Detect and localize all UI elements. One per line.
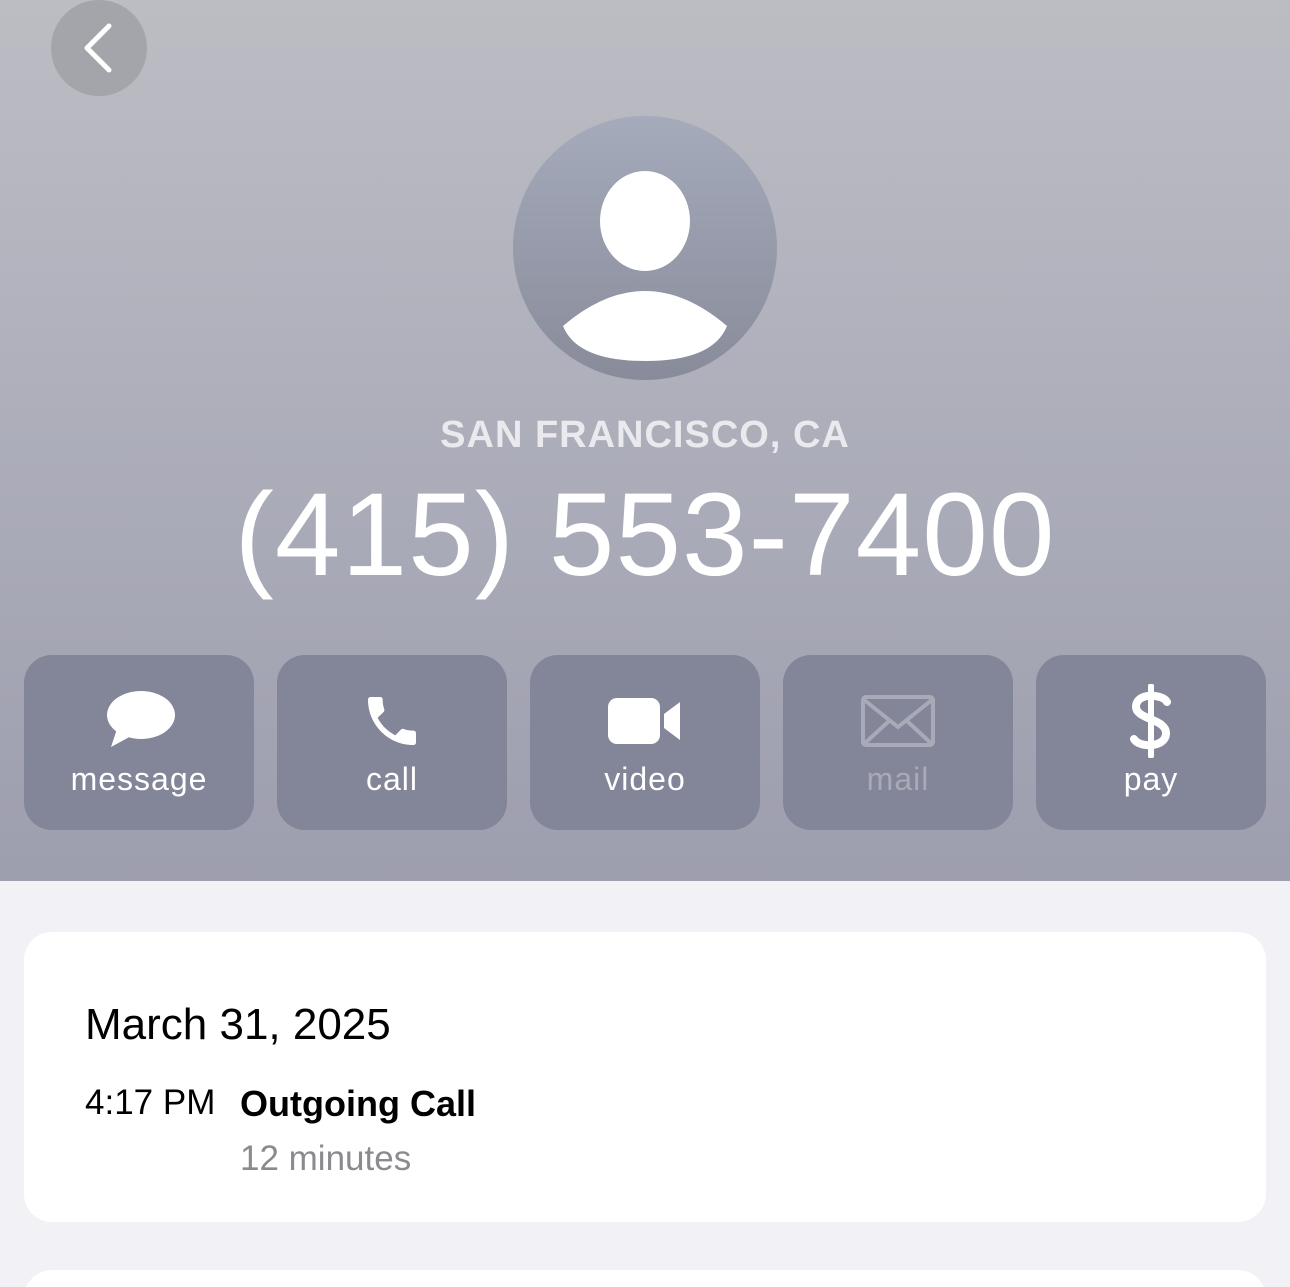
person-silhouette-icon [563,171,727,361]
message-bubble-icon [107,691,175,747]
call-duration: 12 minutes [240,1139,412,1178]
phone-icon [368,697,416,745]
contact-phone-number: (415) 553-7400 [234,469,1056,601]
chevron-left-icon [84,23,112,73]
contact-location: SAN FRANCISCO, CA [440,414,850,456]
call-date: March 31, 2025 [85,1000,391,1049]
contact-header: SAN FRANCISCO, CA (415) 553-7400 message [0,0,1290,881]
pay-button-label: pay [1123,761,1179,797]
next-section-card [24,1270,1266,1287]
envelope-icon [861,695,935,747]
video-button[interactable]: video [530,655,760,830]
message-button[interactable]: message [24,655,254,830]
call-time: 4:17 PM [85,1083,216,1122]
action-buttons: message call video mail pay [24,655,1266,830]
avatar [513,116,777,380]
video-camera-icon [608,698,680,744]
call-button[interactable]: call [277,655,507,830]
message-button-label: message [70,761,208,797]
back-button[interactable] [51,0,147,96]
contact-detail-screen: SAN FRANCISCO, CA (415) 553-7400 message [0,0,1290,1287]
call-history-card: March 31, 2025 4:17 PM Outgoing Call 12 … [24,932,1266,1222]
mail-button-label: mail [866,761,930,797]
mail-button[interactable]: mail [783,655,1013,830]
video-button-label: video [604,761,686,797]
call-button-label: call [365,761,418,797]
pay-button[interactable]: pay [1036,655,1266,830]
call-type: Outgoing Call [240,1083,476,1124]
dollar-icon [1130,684,1171,758]
